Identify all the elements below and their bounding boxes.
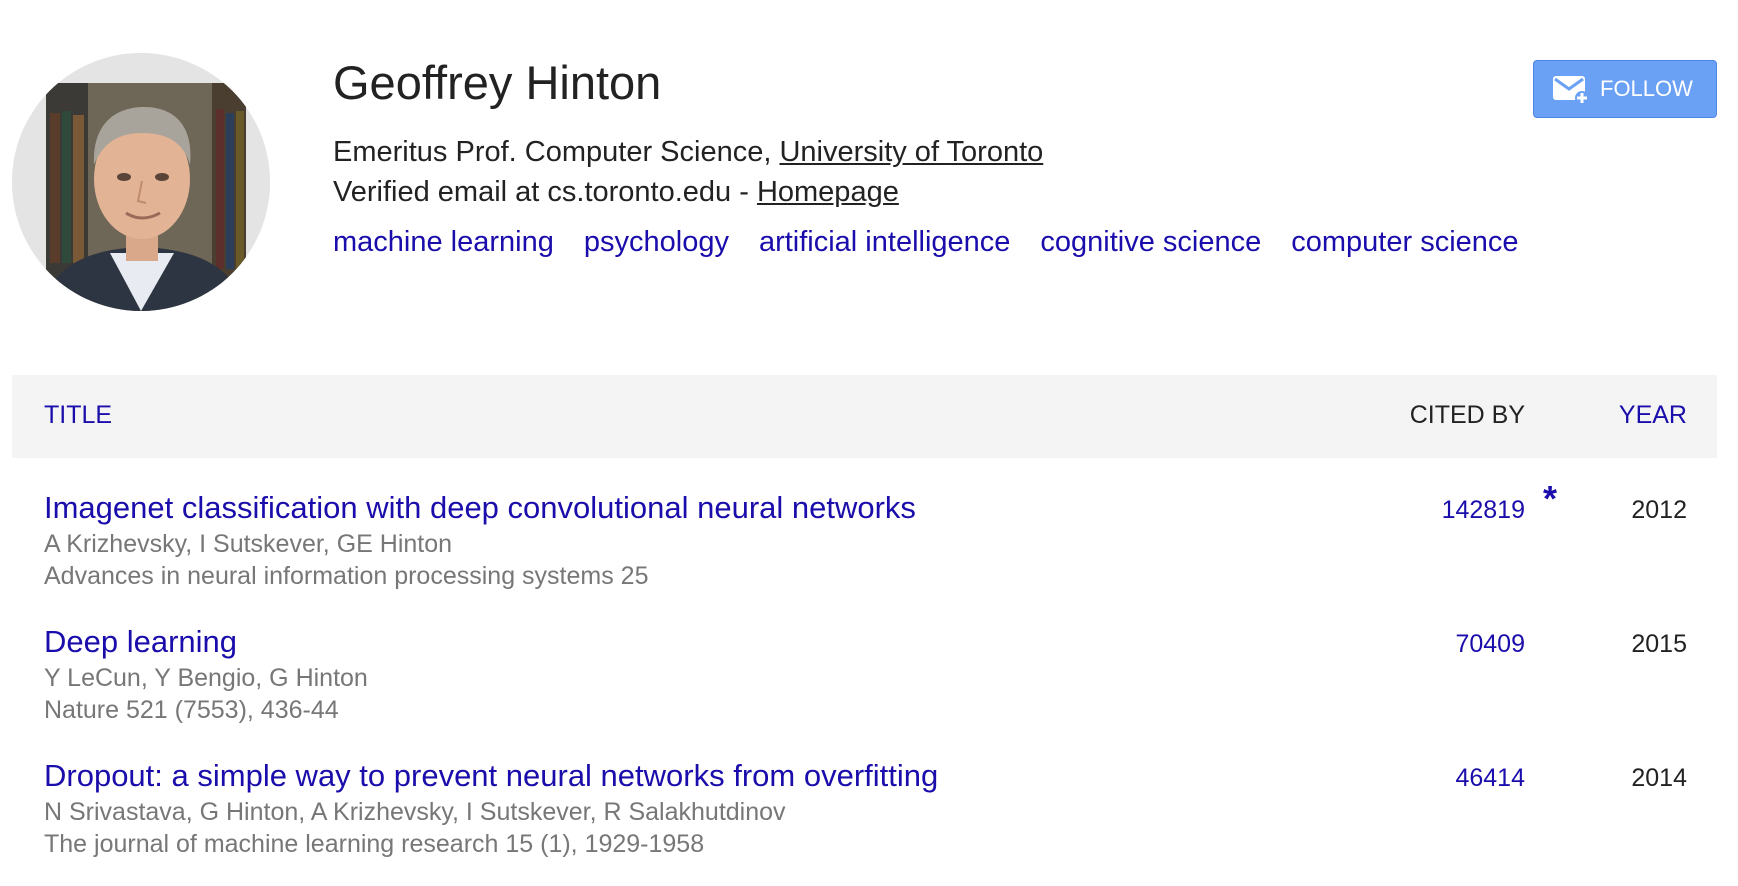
publication-list: Imagenet classification with deep convol… (12, 458, 1717, 860)
affiliation-text: Emeritus Prof. Computer Science, (333, 136, 780, 168)
homepage-link[interactable]: Homepage (757, 176, 899, 208)
interest-artificial-intelligence[interactable]: artificial intelligence (759, 226, 1010, 258)
follow-label: FOLLOW (1600, 76, 1693, 101)
paper-year: 2014 (1631, 764, 1687, 792)
email-text: Verified email at cs.toronto.edu - (333, 176, 757, 208)
paper-authors: A Krizhevsky, I Sutskever, GE Hinton (44, 530, 453, 558)
interests-list: machine learning psychology artificial int… (333, 222, 1549, 262)
interest-psychology[interactable]: psychology (584, 226, 729, 258)
paper-venue: Nature 521 (7553), 436-44 (44, 696, 339, 724)
interest-computer-science[interactable]: computer science (1291, 226, 1518, 258)
paper-title-link[interactable]: Imagenet classification with deep convol… (44, 490, 916, 526)
affiliation-link[interactable]: University of Toronto (779, 136, 1043, 168)
table-header: TITLE CITED BY YEAR (12, 375, 1717, 458)
paper-year: 2012 (1631, 496, 1687, 524)
profile-section: Geoffrey Hinton Emeritus Prof. Computer … (0, 0, 1738, 370)
sort-by-year[interactable]: YEAR (1619, 401, 1687, 430)
sort-by-title[interactable]: TITLE (44, 401, 112, 430)
paper-title-link[interactable]: Deep learning (44, 624, 237, 660)
email-line: Verified email at cs.toronto.edu - Homep… (333, 172, 899, 212)
table-row: Deep learning Y LeCun, Y Bengio, G Hinto… (12, 592, 1717, 726)
merged-citations-star[interactable]: * (1543, 478, 1557, 520)
interest-machine-learning[interactable]: machine learning (333, 226, 554, 258)
paper-authors: N Srivastava, G Hinton, A Krizhevsky, I … (44, 798, 786, 826)
paper-venue: Advances in neural information processin… (44, 562, 649, 590)
follow-button[interactable]: FOLLOW (1533, 60, 1717, 118)
cited-by-link[interactable]: 142819 (1442, 496, 1525, 525)
cited-by-header: CITED BY (1409, 401, 1525, 429)
affiliation: Emeritus Prof. Computer Science, Univers… (333, 132, 1043, 172)
avatar (12, 53, 270, 311)
table-row: Imagenet classification with deep convol… (12, 458, 1717, 592)
paper-authors: Y LeCun, Y Bengio, G Hinton (44, 664, 368, 692)
interest-cognitive-science[interactable]: cognitive science (1040, 226, 1261, 258)
cited-by-link[interactable]: 46414 (1455, 764, 1525, 793)
cited-by-link[interactable]: 70409 (1455, 630, 1525, 659)
profile-name: Geoffrey Hinton (333, 56, 662, 109)
table-row: Dropout: a simple way to prevent neural … (12, 726, 1717, 860)
avatar-photo-icon (12, 53, 270, 311)
mail-plus-icon (1552, 73, 1590, 105)
paper-year: 2015 (1631, 630, 1687, 658)
paper-venue: The journal of machine learning research… (44, 830, 705, 858)
paper-title-link[interactable]: Dropout: a simple way to prevent neural … (44, 758, 938, 794)
